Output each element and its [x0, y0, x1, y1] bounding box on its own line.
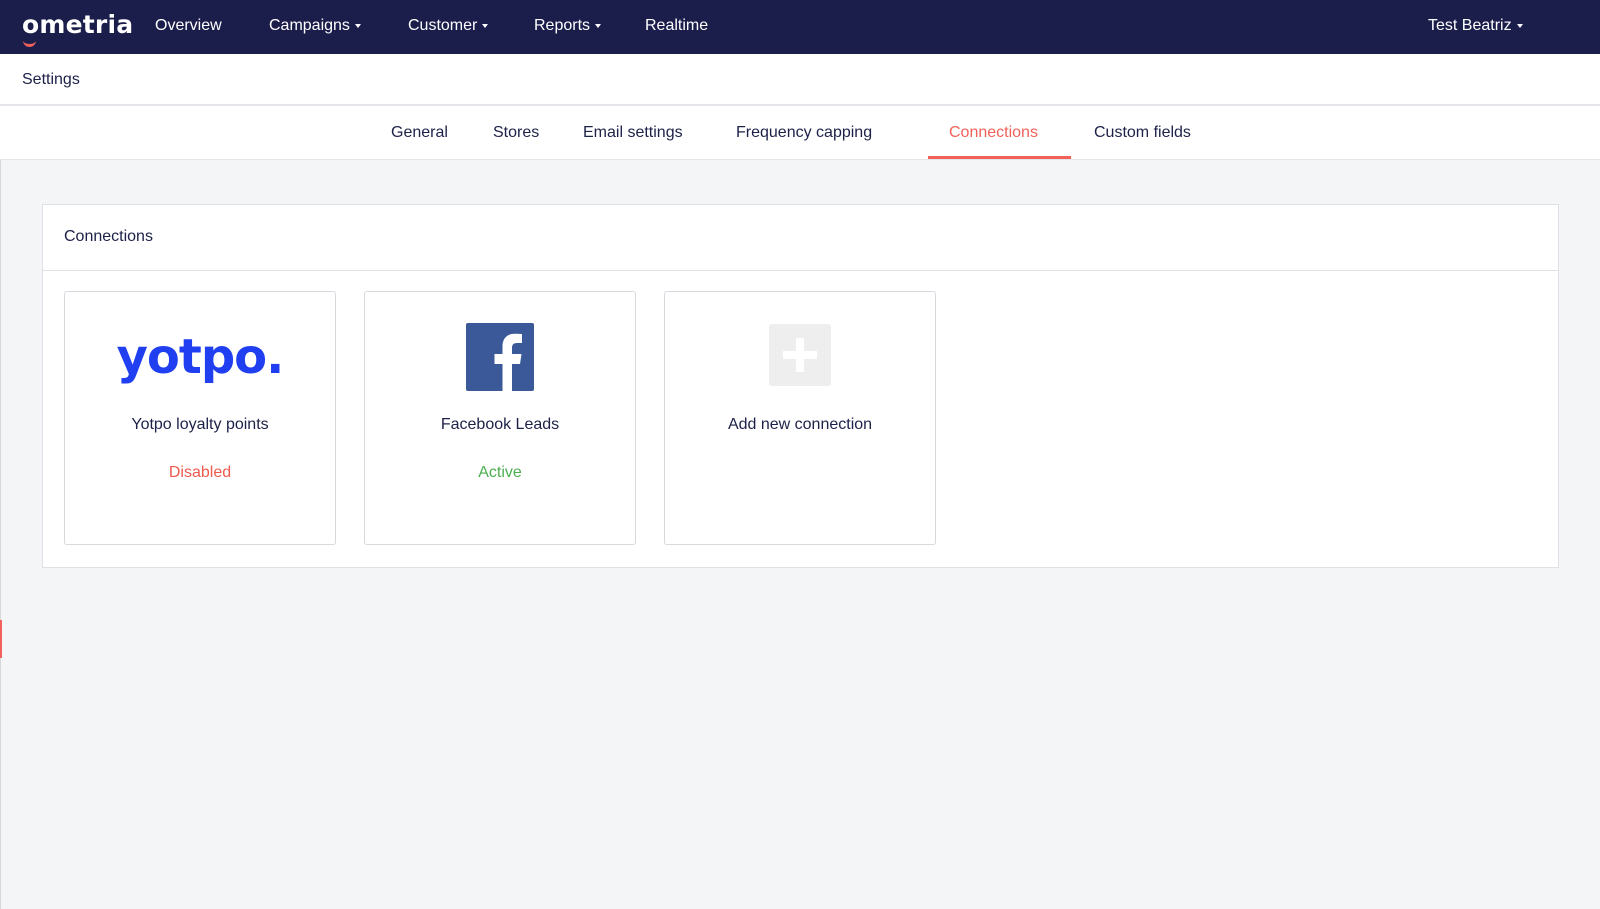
tab-custom-fields[interactable]: Custom fields: [1094, 124, 1191, 142]
tab-frequency-capping[interactable]: Frequency capping: [736, 124, 872, 142]
connection-name: Yotpo loyalty points: [131, 416, 269, 433]
nav-realtime[interactable]: Realtime: [645, 17, 708, 35]
caret-down-icon: [595, 23, 602, 28]
tab-frequency-capping-label: Frequency capping: [736, 124, 873, 141]
panel-title: Connections: [64, 228, 153, 245]
yotpo-logo: yotpo.: [65, 322, 335, 392]
settings-header: Settings: [0, 54, 1600, 106]
tab-general[interactable]: General: [391, 124, 448, 142]
ometria-logo[interactable]: ometria: [22, 10, 134, 47]
tab-connections[interactable]: Connections: [949, 124, 1038, 142]
nav-realtime-label: Realtime: [645, 17, 709, 34]
nav-customer-label: Customer: [408, 17, 478, 34]
tab-email-settings[interactable]: Email settings: [583, 124, 683, 142]
connection-name: Facebook Leads: [440, 416, 560, 433]
connections-panel: Connections yotpo. Yotpo loyalty points …: [42, 204, 1559, 568]
nav-reports-label: Reports: [534, 17, 591, 34]
connection-card-yotpo[interactable]: yotpo. Yotpo loyalty points Disabled: [64, 291, 336, 545]
tab-stores-label: Stores: [493, 124, 540, 141]
add-connection-card[interactable]: Add new connection: [664, 291, 936, 545]
user-menu-label: Test Beatriz: [1428, 17, 1512, 34]
logo-text: ometria: [22, 10, 134, 39]
caret-down-icon: [1516, 23, 1523, 28]
connection-card-facebook[interactable]: Facebook Leads Active: [364, 291, 636, 545]
nav-overview-label: Overview: [155, 17, 222, 34]
left-edge-marker: [0, 620, 2, 658]
nav-overview[interactable]: Overview: [155, 17, 222, 35]
page-title: Settings: [22, 71, 80, 88]
add-connection-logo: [665, 320, 935, 390]
tab-connections-label: Connections: [949, 124, 1038, 141]
connection-status: Active: [478, 464, 522, 481]
connection-status: Disabled: [168, 464, 232, 481]
facebook-logo: [365, 322, 635, 392]
tab-email-settings-label: Email settings: [583, 124, 683, 141]
plus-icon: [769, 324, 831, 386]
top-navigation: ometria Overview Campaigns Customer Repo…: [0, 0, 1600, 54]
tab-stores[interactable]: Stores: [493, 124, 539, 142]
active-tab-indicator: [928, 156, 1071, 159]
panel-header: Connections: [43, 205, 1558, 271]
connection-name: Add new connection: [727, 416, 873, 433]
yotpo-logo-text: yotpo.: [116, 329, 285, 385]
settings-tabs: General Stores Email settings Frequency …: [0, 106, 1600, 160]
tab-custom-fields-label: Custom fields: [1094, 124, 1191, 141]
nav-campaigns-label: Campaigns: [269, 17, 350, 34]
nav-campaigns[interactable]: Campaigns: [269, 17, 361, 35]
caret-down-icon: [482, 23, 489, 28]
user-menu[interactable]: Test Beatriz: [1428, 17, 1523, 35]
logo-swoosh: [23, 38, 36, 47]
nav-customer[interactable]: Customer: [408, 17, 489, 35]
facebook-icon: [466, 323, 534, 391]
nav-reports[interactable]: Reports: [534, 17, 602, 35]
caret-down-icon: [354, 23, 361, 28]
tab-general-label: General: [391, 124, 448, 141]
